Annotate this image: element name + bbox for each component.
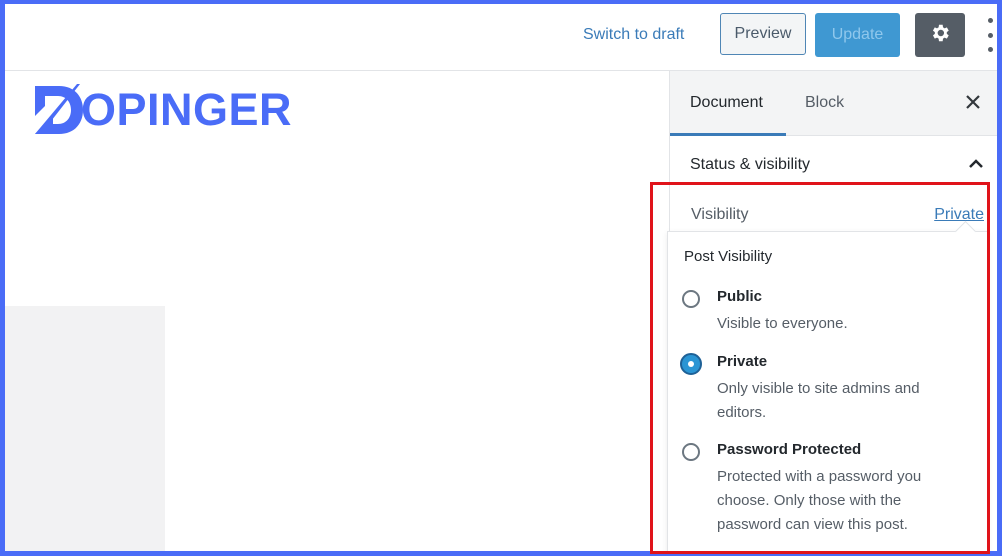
status-visibility-panel-toggle[interactable]: Status & visibility <box>670 136 997 194</box>
logo-text: OPINGER <box>81 84 293 135</box>
option-label: Private <box>717 353 768 370</box>
logo-mark-icon <box>35 84 83 134</box>
option-label: Password Protected <box>717 441 862 458</box>
close-sidebar-button[interactable] <box>962 91 984 113</box>
tab-document[interactable]: Document <box>690 71 763 135</box>
settings-button[interactable] <box>915 13 965 57</box>
option-description: Only visible to site admins and editors. <box>717 380 920 421</box>
vertical-ellipsis-dot <box>987 47 993 52</box>
switch-to-draft-link[interactable]: Switch to draft <box>583 26 684 44</box>
panel-title: Status & visibility <box>690 156 811 173</box>
radio-private[interactable] <box>680 353 702 375</box>
radio-public[interactable] <box>682 290 700 308</box>
post-visibility-popover: Post Visibility Public Visible to everyo… <box>667 220 988 551</box>
option-description: Protected with a password you choose. On… <box>717 468 922 533</box>
vertical-ellipsis-dot <box>987 32 993 38</box>
image-block-placeholder[interactable] <box>5 306 165 551</box>
settings-sidebar: Document Block Status & visibility Visib… <box>667 71 997 551</box>
sidebar-tabs: Document Block <box>670 71 997 136</box>
option-label: Public <box>717 288 763 305</box>
editor-header: Switch to draft Preview Update <box>5 4 997 71</box>
preview-button[interactable]: Preview <box>720 13 806 55</box>
more-menu-button[interactable] <box>985 18 995 52</box>
visibility-label: Visibility <box>691 206 749 223</box>
gear-icon <box>929 22 951 49</box>
option-description: Visible to everyone. <box>717 315 848 332</box>
close-icon <box>966 95 980 109</box>
vertical-ellipsis-icon <box>987 18 993 23</box>
update-button[interactable]: Update <box>815 13 900 57</box>
radio-password-protected[interactable] <box>682 443 700 461</box>
tab-block[interactable]: Block <box>805 71 844 135</box>
screenshot-frame: Switch to draft Preview Update OPINGER D… <box>5 4 997 551</box>
chevron-up-icon <box>969 159 983 168</box>
dopinger-logo: OPINGER <box>33 84 292 136</box>
post-visibility-title: Post Visibility <box>684 248 773 265</box>
visibility-toggle-link[interactable]: Private <box>934 206 984 224</box>
